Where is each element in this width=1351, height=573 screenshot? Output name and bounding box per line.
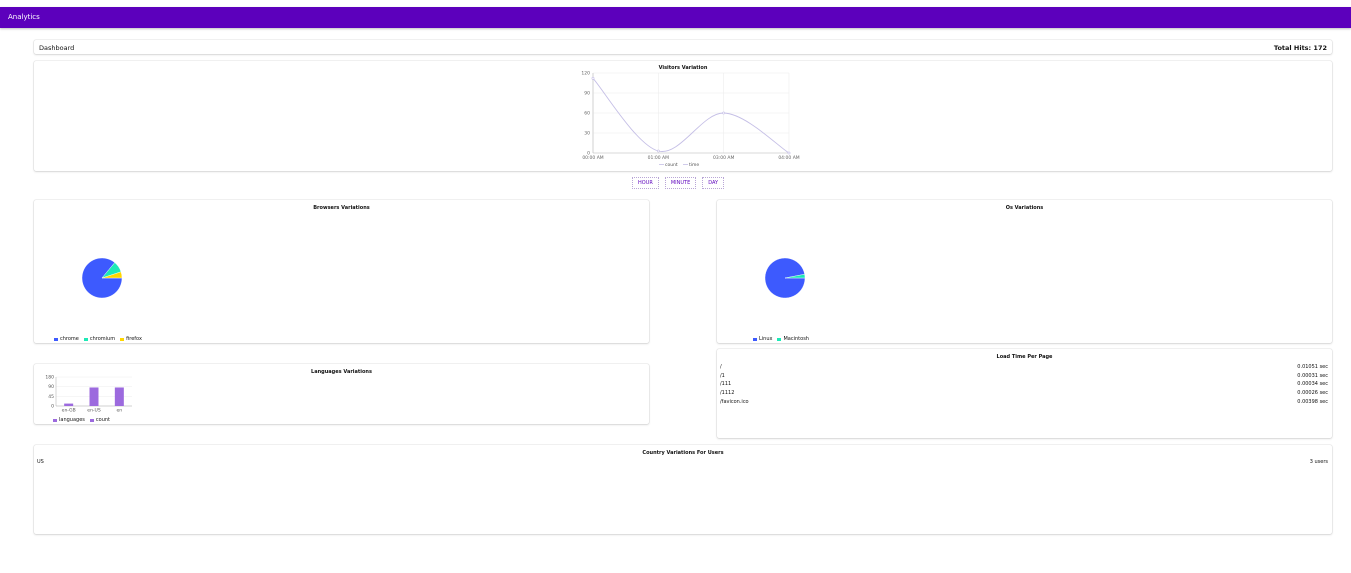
y-tick-label: 90: [48, 384, 54, 390]
legend-swatch: [89, 418, 94, 422]
visitors-chart: 030609012000:00 AM 01:00 AM 03:00 AM 04:00 …: [581, 71, 799, 169]
legend-item: Linux: [753, 336, 772, 342]
x-tick-label: 00:00 AM: [582, 155, 603, 161]
load-time-row: /1 0.00031 sec: [720, 372, 1328, 381]
legend-item: languages: [53, 417, 85, 423]
legend-label-time: time: [689, 162, 699, 168]
load-time-row: /111 0.00034 sec: [720, 380, 1328, 389]
y-tick-label: 30: [584, 131, 590, 137]
dashboard-bar: Dashboard Total Hits: 172: [34, 40, 1332, 54]
country-card: Country Variations For Users US 3 users: [34, 445, 1332, 534]
country-title: Country Variations For Users: [642, 450, 724, 456]
app-header: Analytics: [0, 7, 1351, 28]
y-tick-label: 180: [45, 375, 54, 381]
legend-label: count: [95, 417, 110, 423]
os-pie-chart: [764, 257, 806, 299]
bar-en-gb: [64, 403, 74, 406]
count-data-point: [656, 149, 660, 153]
page-path: /: [720, 364, 722, 370]
load-time-row: /1112 0.00026 sec: [720, 389, 1328, 398]
os-card: Os Variations Linux Macintosh: [717, 200, 1332, 343]
legend-label: chrome: [60, 336, 79, 342]
x-tick-label: en-US: [87, 408, 101, 414]
x-tick-label: en-GB: [62, 408, 76, 414]
legend-label: firefox: [126, 336, 142, 342]
legend-swatch: [777, 337, 782, 341]
load-time-card: Load Time Per Page / 0.01051 sec /1 0.0003…: [717, 349, 1332, 438]
legend-swatch: [53, 418, 57, 422]
count-data-point: [722, 111, 726, 115]
page-load-time: 0.00398 sec: [1297, 398, 1328, 405]
page-load-time: 0.00031 sec: [1297, 372, 1328, 379]
load-time-row: /favicon.ico 0.00398 sec: [720, 398, 1328, 407]
languages-card: Languages Variations 0 45 90 180 en-GB en-US e…: [34, 364, 649, 424]
legend-item: chromium: [83, 336, 116, 342]
country-users: 3 users: [1309, 459, 1328, 465]
browsers-card: Browsers Variations chrome chromium fire…: [34, 200, 649, 343]
legend-label: Linux: [759, 336, 773, 342]
languages-legend: languages count: [53, 417, 110, 423]
os-legend: Linux Macintosh: [753, 336, 809, 342]
bar-en: [114, 387, 124, 406]
legend-item: firefox: [120, 336, 142, 342]
page-path: /1112: [720, 390, 735, 397]
app-title: Analytics: [8, 13, 40, 21]
count-data-point: [787, 151, 791, 155]
y-tick-label: 0: [51, 404, 54, 410]
legend-label: languages: [59, 417, 85, 423]
x-tick-label: 03:00 AM: [713, 155, 734, 161]
page-path: /favicon.ico: [720, 398, 749, 405]
legend-item: chrome: [54, 336, 79, 342]
total-hits: Total Hits: 172: [1273, 44, 1327, 52]
range-buttons: HOUR MINUTE DAY: [632, 177, 725, 189]
browsers-pie-chart: [81, 257, 123, 299]
legend-swatch: [54, 337, 58, 341]
dashboard-label: Dashboard: [39, 44, 75, 52]
legend-label-count: count: [665, 162, 678, 168]
visitors-card: Visitors Variation 0 30 60 90 120 00:00 AM 01:…: [34, 61, 1332, 171]
y-tick-label: 120: [581, 71, 590, 77]
day-button[interactable]: DAY: [702, 177, 725, 189]
legend-item: Macintosh: [777, 336, 809, 342]
legend-item: count: [89, 417, 110, 423]
load-time-title: Load Time Per Page: [996, 354, 1053, 360]
country-row: US 3 users: [37, 458, 1328, 467]
country-list: US 3 users: [37, 458, 1328, 467]
load-time-row: / 0.01051 sec: [720, 363, 1328, 372]
legend-label: chromium: [89, 336, 116, 342]
page-load-time: 0.00026 sec: [1297, 390, 1328, 397]
bar-en-us: [89, 387, 99, 406]
count-series-line: [592, 78, 790, 154]
count-data-point: [591, 76, 595, 80]
legend-swatch: [120, 337, 125, 341]
y-tick-label: 90: [584, 91, 590, 97]
page-path: /111: [720, 381, 732, 388]
legend-swatch: [83, 337, 88, 341]
x-tick-label: en: [117, 409, 123, 414]
minute-button[interactable]: MINUTE: [664, 177, 697, 189]
legend-swatch: [753, 337, 757, 341]
y-tick-label: 45: [48, 394, 54, 400]
load-time-list: / 0.01051 sec /1 0.00031 sec /111 0.00034 s…: [720, 363, 1328, 406]
hour-button[interactable]: HOUR: [632, 177, 659, 189]
legend-label: Macintosh: [783, 336, 809, 342]
browsers-legend: chrome chromium firefox: [54, 336, 142, 342]
y-tick-label: 60: [584, 111, 590, 117]
x-tick-label: 04:00 AM: [778, 155, 799, 161]
languages-bar-chart: 0 45 90 180 en-GB en-US en: [45, 375, 132, 414]
country-name: US: [37, 459, 44, 465]
page-load-time: 0.00034 sec: [1297, 381, 1328, 388]
page-path: /1: [720, 372, 725, 379]
page-load-time: 0.01051 sec: [1297, 364, 1328, 370]
x-tick-label: 01:00 AM: [648, 155, 669, 161]
